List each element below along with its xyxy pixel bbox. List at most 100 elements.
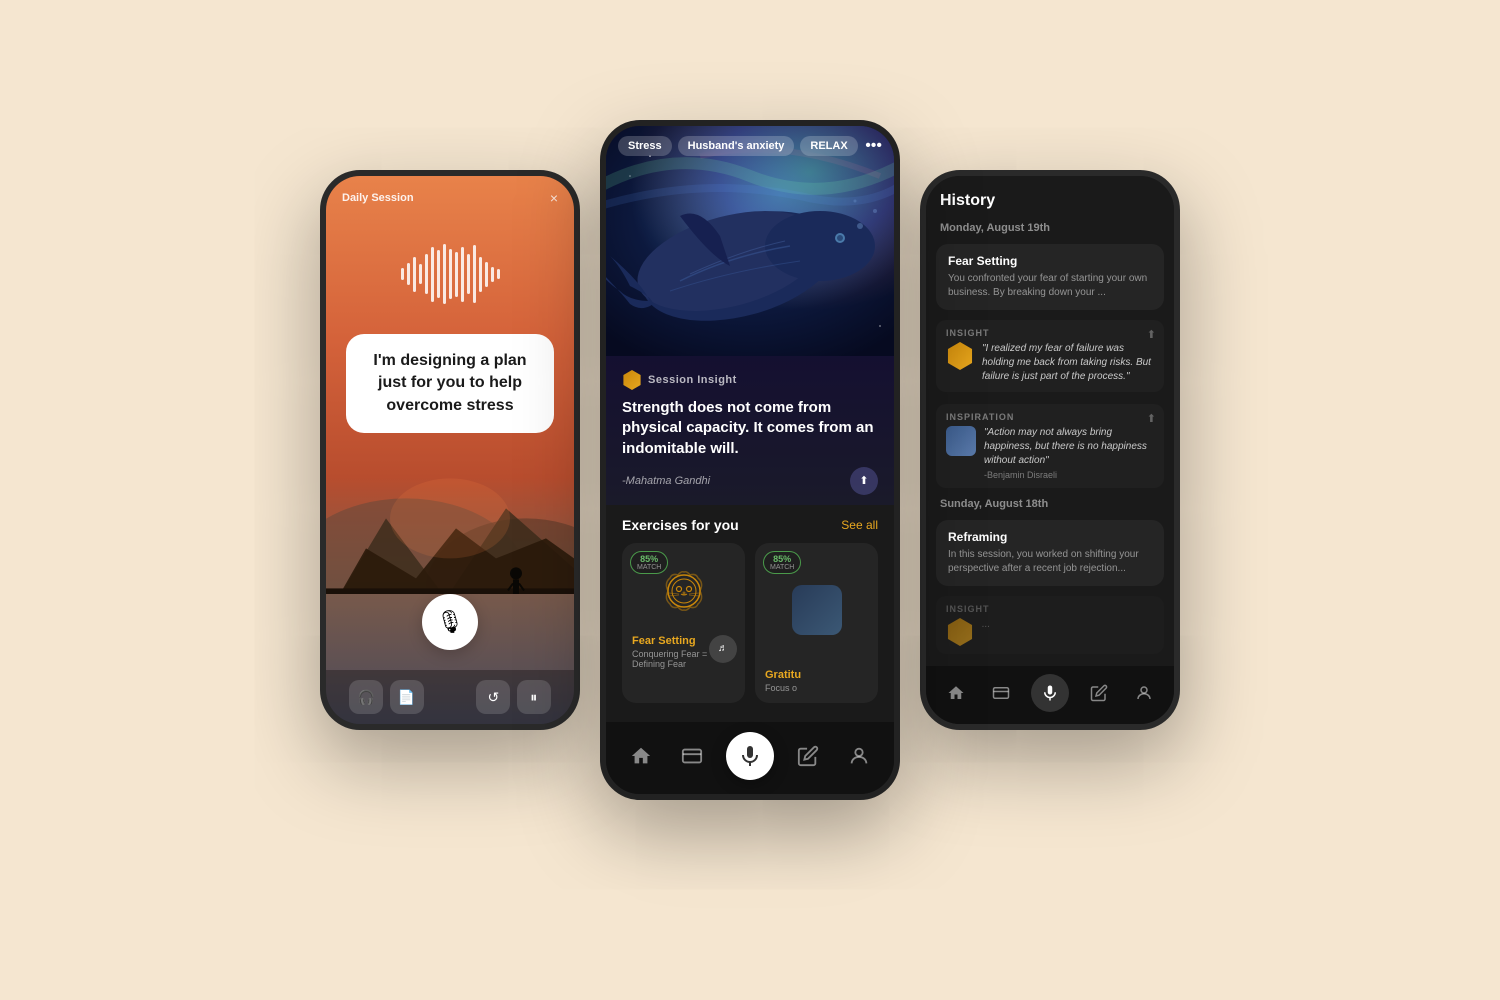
waveform-bar (491, 267, 494, 282)
inspiration-quote-1: "Action may not always bring happiness, … (984, 426, 1154, 468)
inspiration-text-area: "Action may not always bring happiness, … (984, 426, 1154, 480)
insight-label-2: INSIGHT (946, 604, 1154, 614)
right-mic-icon (1041, 684, 1059, 702)
left-bottom-bar: 🎧 📄 ↺ ⏸ (326, 670, 574, 724)
nav-profile[interactable] (843, 740, 875, 772)
refresh-button[interactable]: ↺ (476, 680, 510, 714)
insight-row-1: INSIGHT "I realized my fear of failure w… (936, 320, 1164, 392)
insight-hex-1 (946, 342, 974, 370)
exercise-cards: 85% MATCH (622, 543, 878, 703)
mic-center-icon (738, 744, 762, 768)
session-label: Daily Session (342, 192, 414, 204)
session1-desc: You confronted your fear of starting you… (948, 272, 1152, 300)
center-screen: Stress Husband's anxiety RELAX ••• Sessi… (606, 126, 894, 794)
inspiration-thumb-1 (946, 426, 976, 456)
mic-button[interactable]: 🎙 (422, 594, 478, 650)
pause-icon: ⏸ (530, 689, 537, 706)
waveform-bar (431, 247, 434, 302)
whale-svg (606, 126, 894, 356)
play-icon: ♬ (718, 643, 728, 654)
card2-thumb (792, 585, 842, 635)
share-icon-2[interactable]: ⬆ (1147, 412, 1156, 425)
nav-mic-center[interactable] (726, 732, 774, 780)
mic-area: 🎙 (326, 594, 574, 670)
exercise-card-2[interactable]: 85% MATCH Gratitu Focus o (755, 543, 878, 703)
insight-label-1: INSIGHT (946, 328, 1154, 338)
nav-edit[interactable] (792, 740, 824, 772)
date-sunday: Sunday, August 18th (926, 494, 1174, 516)
inspiration-label-1: INSPIRATION (946, 412, 1154, 422)
right-nav-edit[interactable] (1085, 679, 1113, 707)
left-top-bar: Daily Session × (326, 176, 574, 214)
waveform-bar (455, 252, 458, 297)
headphone-icon: 🎧 (357, 689, 374, 706)
insight-row-2: INSIGHT ... (936, 596, 1164, 654)
insight-text-2: ... (982, 618, 1154, 632)
insight-text-1: "I realized my fear of failure was holdi… (982, 342, 1154, 384)
phone-center: Stress Husband's anxiety RELAX ••• Sessi… (600, 120, 900, 800)
landscape-scene (326, 443, 574, 594)
nav-cards[interactable] (676, 740, 708, 772)
document-button[interactable]: 📄 (390, 680, 424, 714)
exercises-header: Exercises for you See all (622, 517, 878, 533)
phones-container: Daily Session × (300, 90, 1200, 910)
waveform-bar (401, 268, 404, 280)
right-nav-mic[interactable] (1031, 674, 1069, 712)
right-nav-home[interactable] (942, 679, 970, 707)
waveform-bar (479, 257, 482, 292)
waveform-bar (449, 249, 452, 299)
nav-home[interactable] (625, 740, 657, 772)
share-icon-1[interactable]: ⬆ (1147, 328, 1156, 341)
exercises-section: Exercises for you See all 85% MATCH (606, 505, 894, 722)
waveform-bar (497, 269, 500, 279)
speech-text: I'm designing a plan just for you to hel… (364, 350, 536, 417)
document-icon: 📄 (398, 689, 415, 706)
insight-content-2: ... (946, 618, 1154, 646)
whale-section: Stress Husband's anxiety RELAX ••• (606, 126, 894, 356)
hex-icon (622, 370, 642, 390)
inspiration-row-1: INSPIRATION "Action may not always bring… (936, 404, 1164, 488)
cards-icon (681, 745, 703, 767)
see-all-link[interactable]: See all (841, 518, 878, 532)
date-monday: Monday, August 19th (926, 218, 1174, 240)
right-nav-cards[interactable] (987, 679, 1015, 707)
card-sub-2: Focus o (765, 683, 868, 693)
home-icon (630, 745, 652, 767)
match-txt-2: MATCH (770, 564, 794, 571)
tag-anxiety[interactable]: Husband's anxiety (678, 136, 795, 156)
waveform-bar (485, 262, 488, 287)
exercise-card-1[interactable]: 85% MATCH (622, 543, 745, 703)
landscape-svg (326, 443, 574, 594)
more-icon[interactable]: ••• (865, 137, 882, 155)
pause-button[interactable]: ⏸ (517, 680, 551, 714)
insight-hex-2 (946, 618, 974, 646)
tag-relax[interactable]: RELAX (800, 136, 857, 156)
insight-badge: Session Insight (622, 370, 878, 390)
quote-author: -Mahatma Gandhi (622, 475, 710, 487)
share-icon: ⬆ (859, 474, 868, 487)
close-button[interactable]: × (550, 190, 558, 206)
waveform (326, 214, 574, 324)
history-title: History (926, 176, 1174, 218)
insight-label: Session Insight (648, 374, 737, 386)
card-play-button-1[interactable]: ♬ (709, 635, 737, 663)
waveform-bar (473, 245, 476, 303)
waveform-bar (437, 250, 440, 298)
right-nav-profile[interactable] (1130, 679, 1158, 707)
right-nav-bar (926, 666, 1174, 724)
session2-title: Reframing (948, 530, 1152, 544)
share-button[interactable]: ⬆ (850, 467, 878, 495)
insight-quote: Strength does not come from physical cap… (622, 398, 878, 459)
waveform-bar (467, 254, 470, 294)
center-nav-bar (606, 722, 894, 794)
waveform-bar (461, 247, 464, 302)
waveform-bar (425, 254, 428, 294)
right-screen: History Monday, August 19th Fear Setting… (926, 176, 1174, 724)
tag-stress[interactable]: Stress (618, 136, 672, 156)
mic-icon: 🎙 (436, 609, 464, 635)
person-icon (848, 745, 870, 767)
history-card-2: Reframing In this session, you worked on… (936, 520, 1164, 586)
refresh-icon: ↺ (487, 689, 499, 706)
headphone-button[interactable]: 🎧 (349, 680, 383, 714)
inspiration-content-1: "Action may not always bring happiness, … (946, 426, 1154, 480)
